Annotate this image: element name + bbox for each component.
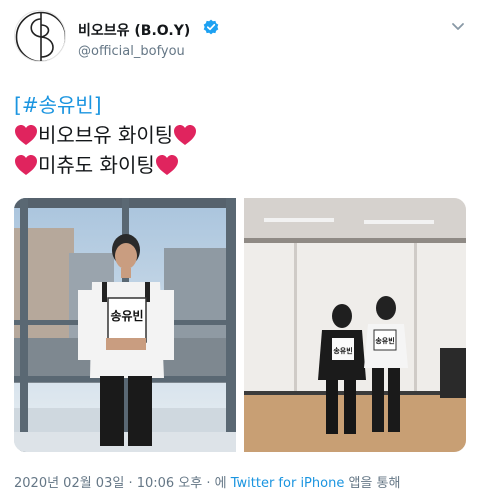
tweet-line-2-text: 비오브유 화이팅 bbox=[38, 123, 174, 147]
name-tag-text: 송유빈 bbox=[110, 308, 143, 323]
tweet-line-3: 미츄도 화이팅 bbox=[14, 150, 454, 180]
display-name[interactable]: 비오브유 (B.O.Y) bbox=[78, 20, 190, 40]
handle[interactable]: @official_bofyou bbox=[78, 44, 185, 59]
tweet-card: 비오브유 (B.O.Y) @official_bofyou [ #송유빈 ] 비… bbox=[0, 0, 480, 500]
heart-icon bbox=[155, 154, 179, 176]
source-link[interactable]: Twitter for iPhone bbox=[231, 476, 345, 491]
heart-icon bbox=[173, 124, 197, 146]
tweet-meta: 2020년 02월 03일 · 10:06 오후 · 에 Twitter for… bbox=[14, 472, 400, 491]
media-photo-2[interactable]: 송유빈 송유빈 bbox=[244, 198, 466, 452]
tweet-line-2: 비오브유 화이팅 bbox=[14, 120, 454, 150]
tweet-text: [ #송유빈 ] 비오브유 화이팅 미츄도 화이팅 bbox=[14, 90, 454, 180]
verified-icon bbox=[203, 19, 219, 35]
chevron-down-icon[interactable] bbox=[450, 18, 466, 34]
name-tag-text-a: 송유빈 bbox=[333, 346, 352, 355]
hashtag-bracket-open: [ bbox=[14, 93, 22, 117]
source-suffix: 앱을 통해 bbox=[348, 476, 401, 491]
hashtag-bracket-close: ] bbox=[93, 93, 102, 117]
heart-icon bbox=[14, 154, 38, 176]
avatar[interactable] bbox=[14, 10, 66, 62]
heart-icon bbox=[14, 124, 38, 146]
hashtag-link[interactable]: #송유빈 bbox=[22, 90, 94, 120]
tweet-line-3-text: 미츄도 화이팅 bbox=[38, 153, 155, 177]
tweet-line-1: [ #송유빈 ] bbox=[14, 90, 454, 120]
name-tag-text-b: 송유빈 bbox=[375, 336, 394, 345]
logo-icon bbox=[15, 11, 65, 61]
timestamp[interactable]: 2020년 02월 03일 · 10:06 오후 · 에 bbox=[14, 476, 227, 491]
media-photo-1[interactable]: 송유빈 bbox=[14, 198, 236, 452]
